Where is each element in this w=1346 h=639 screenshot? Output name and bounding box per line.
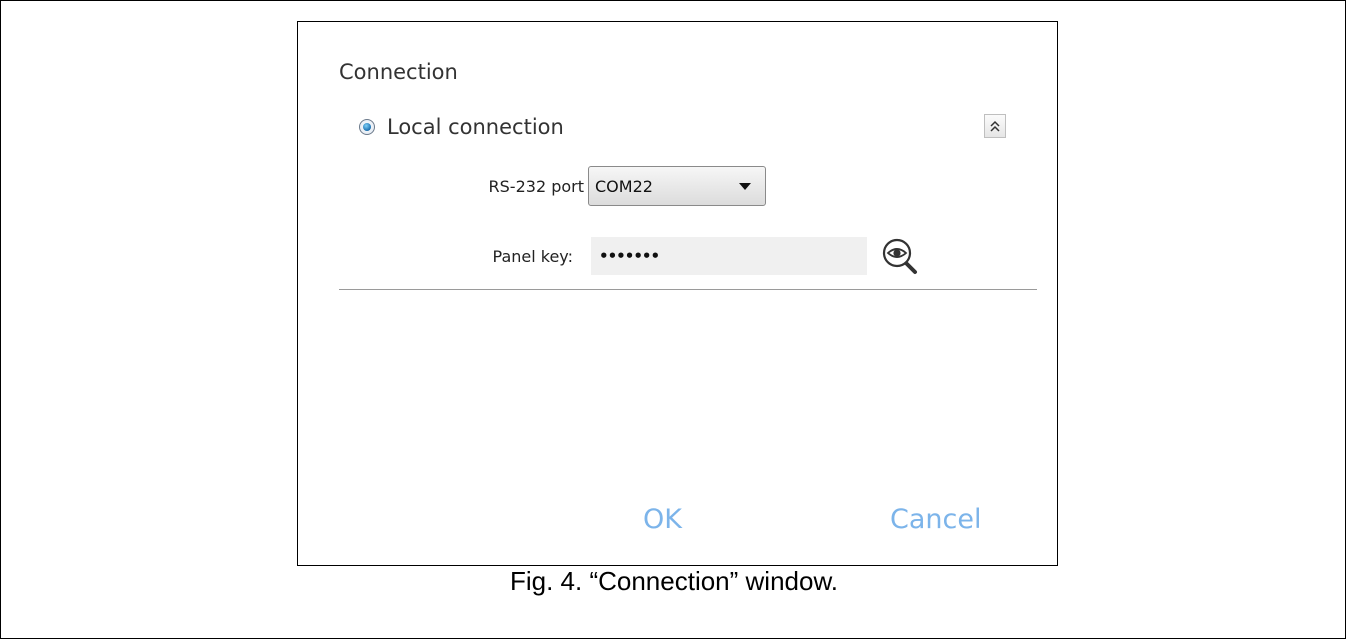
panel-key-field[interactable] [591,237,867,275]
chevron-down-icon [739,183,751,190]
figure-caption: Fig. 4. “Connection” window. [509,566,839,596]
rs232-port-value: COM22 [595,176,653,196]
rs232-port-label: RS-232 port [488,177,584,196]
panel-key-label: Panel key: [492,247,573,266]
dialog-title: Connection [339,60,458,84]
figure-frame: Connection Local connection RS-232 port … [0,0,1346,639]
collapse-button[interactable] [984,114,1006,138]
divider [339,289,1037,290]
eye-magnifier-icon [882,238,917,274]
radio-selected-icon[interactable] [359,119,375,135]
cancel-button[interactable]: Cancel [890,504,981,535]
local-connection-radio[interactable]: Local connection [359,115,564,139]
connection-dialog: Connection Local connection RS-232 port … [297,21,1058,566]
show-key-button[interactable] [880,236,924,280]
double-chevron-up-icon [990,120,1000,132]
local-connection-label: Local connection [387,115,564,139]
ok-button[interactable]: OK [643,504,682,535]
rs232-port-select[interactable]: COM22 [588,166,766,206]
